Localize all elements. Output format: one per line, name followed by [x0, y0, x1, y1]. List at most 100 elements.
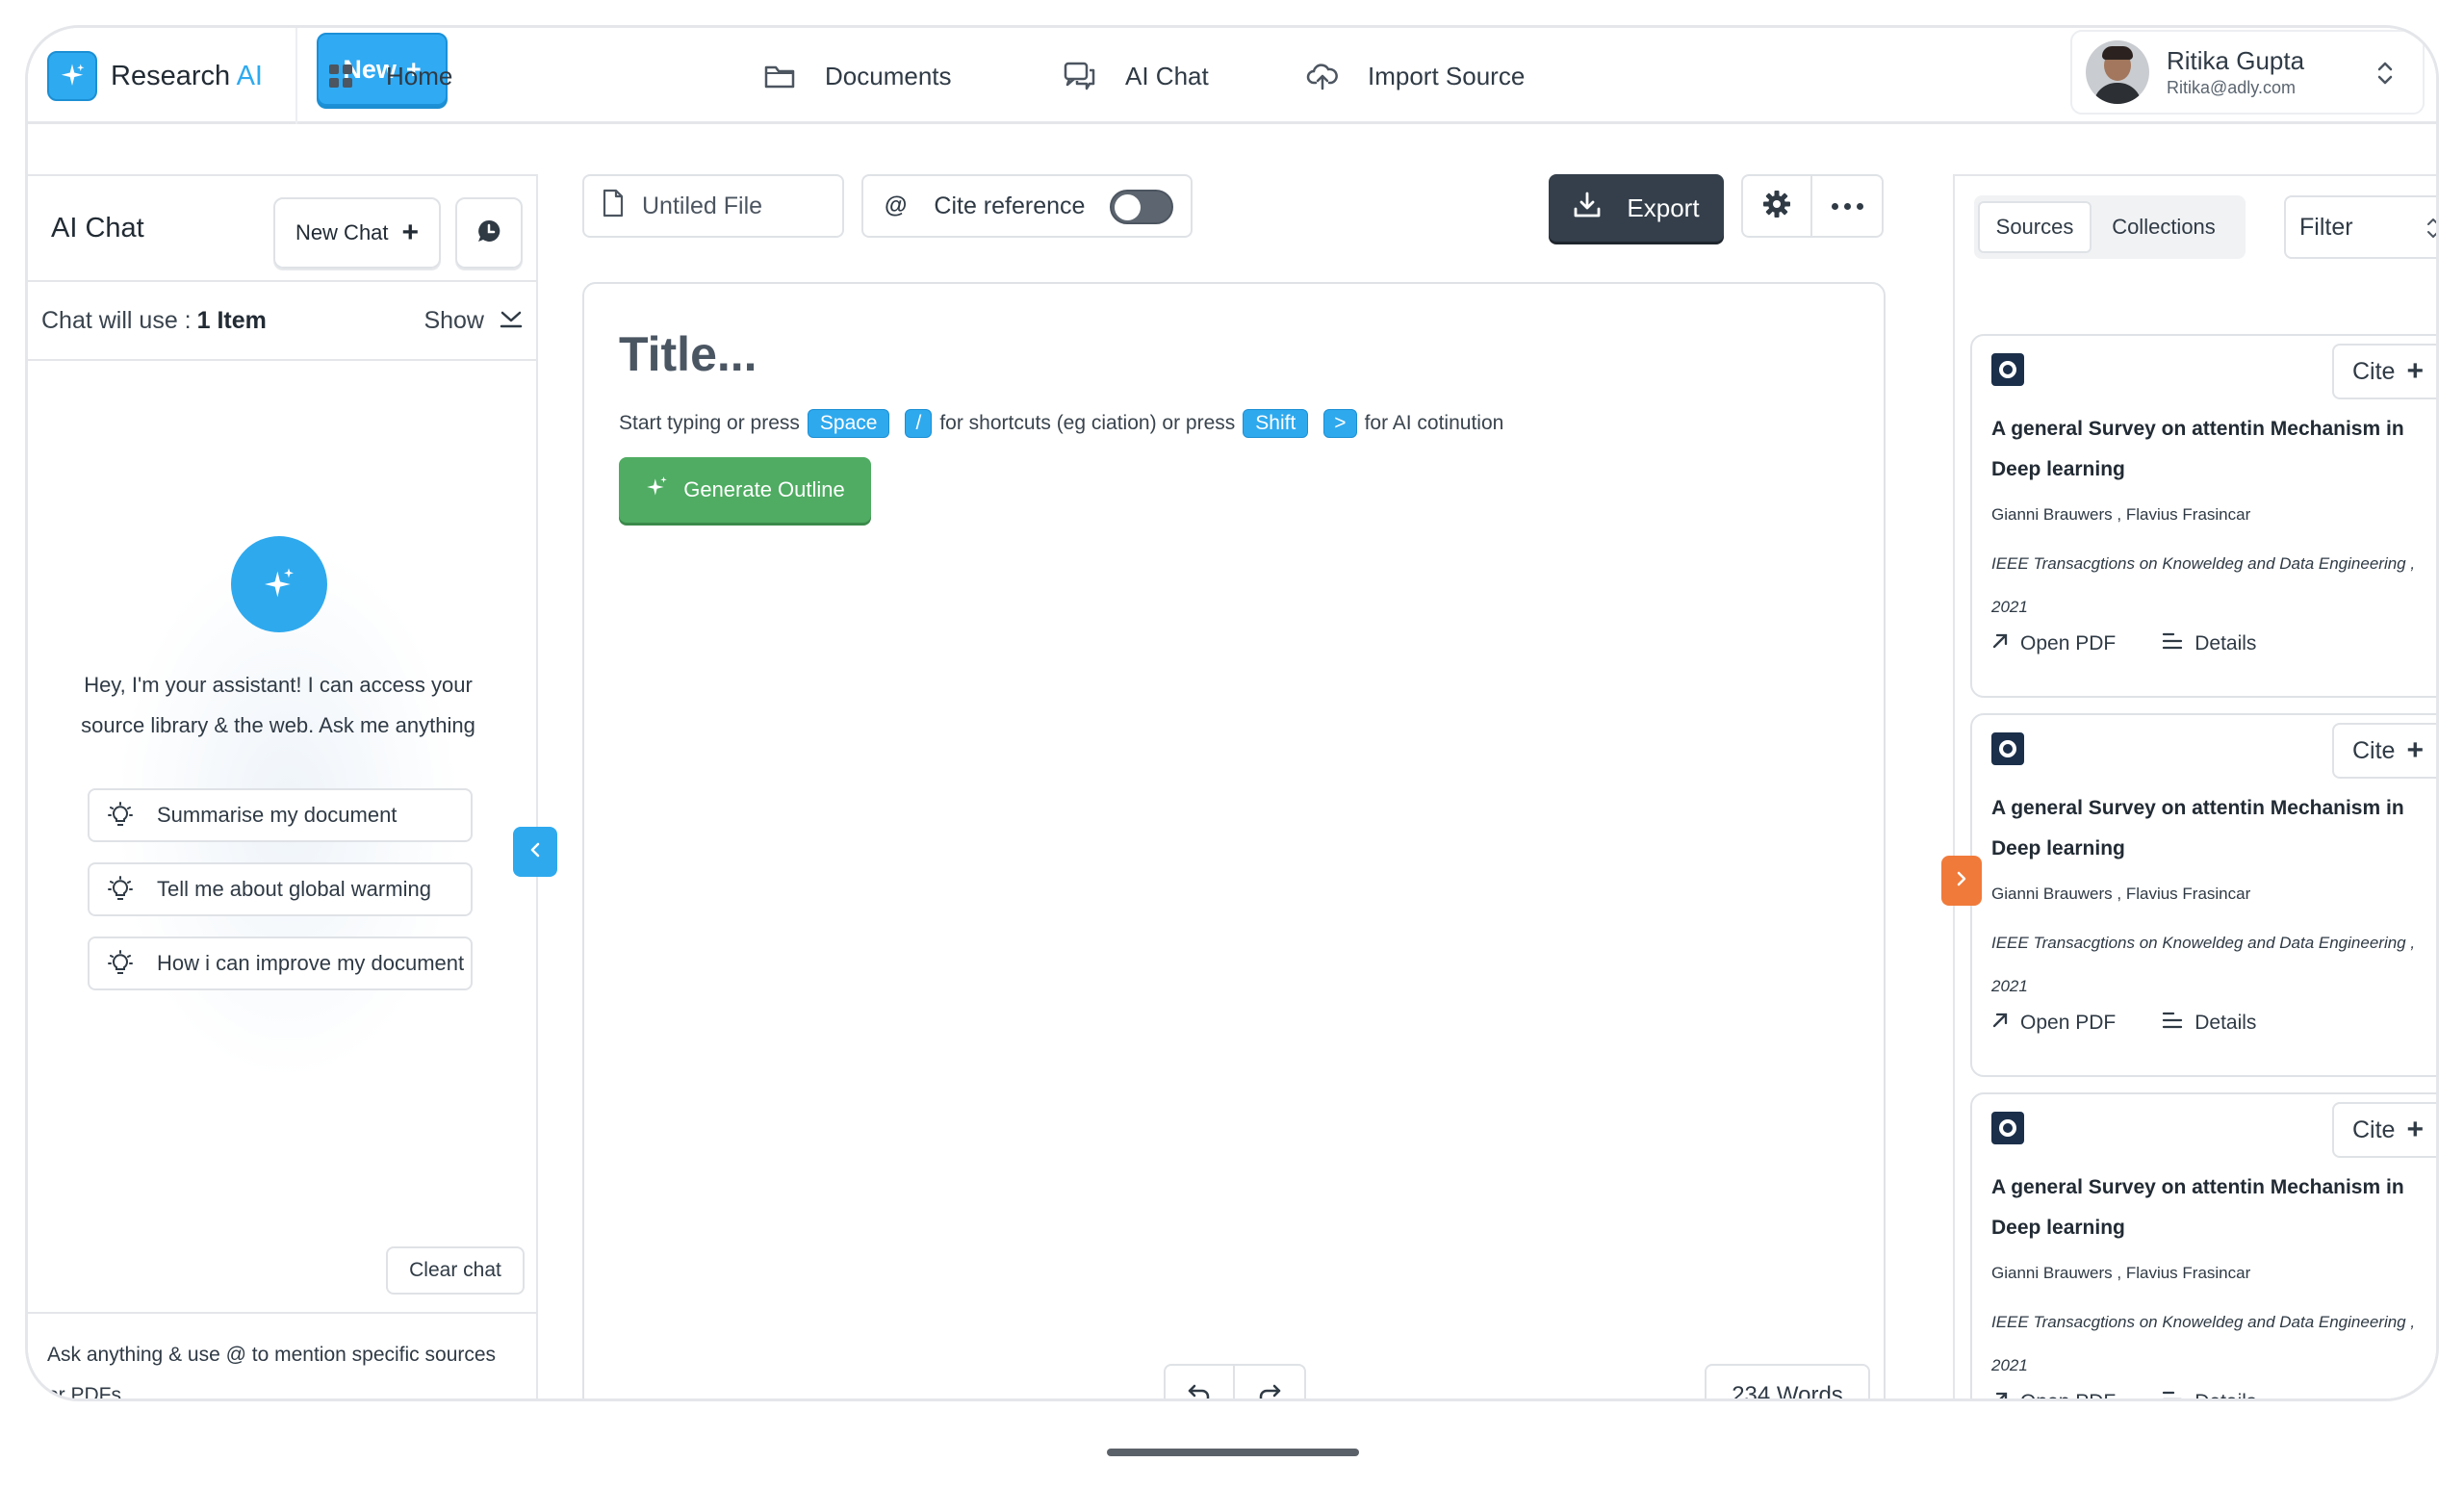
arrow-up-right-icon: [1991, 1391, 2009, 1398]
chevron-up-down-icon: [2376, 61, 2394, 86]
lightbulb-icon: [107, 950, 134, 977]
chat-context: Chat will use : 1 Item Show: [28, 282, 536, 361]
document-editor[interactable]: Title... Start typing or press Space / f…: [582, 282, 1886, 1398]
download-icon: [1573, 191, 1602, 226]
source-title: A general Survey on attentin Mechanism i…: [1991, 797, 2404, 859]
nav-documents[interactable]: Documents: [763, 28, 952, 124]
publisher-logo-icon: [1991, 1112, 2024, 1144]
source-tabs: Sources Collections: [1974, 195, 2246, 259]
speech-bubble-icon: [476, 218, 501, 248]
cloud-upload-icon: [1306, 60, 1339, 92]
chat-input[interactable]: Ask anything & use @ to mention specific…: [28, 1312, 536, 1398]
source-venue: IEEE Transacgtions on Knoweldeg and Data…: [1991, 1313, 2416, 1374]
source-authors: Gianni Brauwers , Flavius Frasincar: [1991, 885, 2251, 903]
redo-icon: [1257, 1383, 1282, 1398]
tab-sources[interactable]: Sources: [1978, 201, 2092, 253]
list-icon: [2162, 632, 2183, 655]
redo-button[interactable]: [1235, 1366, 1304, 1398]
details-link[interactable]: Details: [2162, 1391, 2256, 1398]
suggestion-chip[interactable]: Tell me about global warming: [88, 862, 473, 916]
settings-button[interactable]: [1743, 176, 1812, 236]
cite-reference-control: @ Cite reference: [861, 174, 1193, 238]
publisher-logo-icon: [1991, 732, 2024, 765]
key-space: Space: [807, 409, 890, 438]
open-pdf-link[interactable]: Open PDF: [1991, 1391, 2116, 1398]
top-navigation: Research AI New + Home Documents AI Chat: [28, 28, 2436, 124]
source-card: Cite + A general Survey on attentin Mech…: [1970, 334, 2436, 698]
history-controls: [1164, 1364, 1306, 1398]
chat-header: AI Chat New Chat +: [28, 176, 536, 282]
clear-chat-button[interactable]: Clear chat: [386, 1246, 525, 1295]
publisher-logo-icon: [1991, 353, 2024, 386]
more-options-button[interactable]: [1812, 176, 1882, 236]
show-context-toggle[interactable]: Show: [424, 307, 523, 335]
nav-ai-chat[interactable]: AI Chat: [1064, 28, 1209, 124]
source-authors: Gianni Brauwers , Flavius Frasincar: [1991, 1264, 2251, 1282]
source-card: Cite + A general Survey on attentin Mech…: [1970, 1092, 2436, 1398]
tab-collections[interactable]: Collections: [2092, 201, 2236, 253]
chevron-down-icon: [500, 307, 523, 335]
grid-icon: [324, 60, 357, 92]
plus-icon: +: [2406, 734, 2424, 766]
export-button[interactable]: Export: [1549, 174, 1724, 242]
filter-select[interactable]: Filter: [2284, 195, 2436, 259]
suggestion-chip[interactable]: How i can improve my document: [88, 936, 473, 990]
user-name: Ritika Gupta: [2167, 46, 2305, 75]
undo-button[interactable]: [1166, 1366, 1235, 1398]
nav-home[interactable]: Home: [324, 28, 452, 124]
avatar: [2086, 40, 2149, 104]
brand-name: Research AI: [111, 60, 263, 91]
file-icon: [602, 189, 625, 224]
plus-icon: +: [2406, 1114, 2424, 1145]
assistant-sparkle-icon: [231, 536, 327, 632]
word-count: 234 Words: [1705, 1364, 1870, 1398]
app-window: Research AI New + Home Documents AI Chat: [25, 25, 2439, 1401]
open-pdf-link[interactable]: Open PDF: [1991, 632, 2116, 655]
cite-button[interactable]: Cite +: [2332, 1102, 2436, 1158]
generate-outline-button[interactable]: Generate Outline: [619, 457, 871, 523]
collapse-chat-panel-button[interactable]: [513, 827, 557, 877]
assistant-greeting: Hey, I'm your assistant! I can access yo…: [81, 673, 475, 737]
source-title: A general Survey on attentin Mechanism i…: [1991, 418, 2404, 480]
open-pdf-link[interactable]: Open PDF: [1991, 1012, 2116, 1035]
plus-icon: +: [401, 217, 420, 248]
home-indicator: [1107, 1449, 1359, 1456]
source-authors: Gianni Brauwers , Flavius Frasincar: [1991, 505, 2251, 524]
new-chat-button[interactable]: New Chat +: [273, 197, 441, 269]
source-venue: IEEE Transacgtions on Knoweldeg and Data…: [1991, 934, 2416, 995]
editor-options-group: [1741, 174, 1884, 238]
details-link[interactable]: Details: [2162, 1012, 2256, 1035]
source-card: Cite + A general Survey on attentin Mech…: [1970, 713, 2436, 1077]
plus-icon: +: [2406, 355, 2424, 387]
document-title[interactable]: Title...: [619, 326, 757, 382]
undo-icon: [1187, 1383, 1212, 1398]
lightbulb-icon: [107, 802, 134, 829]
more-horizontal-icon: [1831, 202, 1863, 210]
details-link[interactable]: Details: [2162, 632, 2256, 655]
sparkle-icon: [645, 475, 670, 505]
folder-icon: [763, 60, 796, 92]
chevron-right-icon: [1955, 868, 1968, 893]
collapse-sources-panel-button[interactable]: [1941, 856, 1982, 906]
chat-title: AI Chat: [51, 212, 144, 244]
file-name-field[interactable]: Untiled File: [582, 174, 844, 238]
chat-icon: [1064, 60, 1096, 92]
chat-history-button[interactable]: [455, 197, 523, 269]
suggestion-chip[interactable]: Summarise my document: [88, 788, 473, 842]
source-title: A general Survey on attentin Mechanism i…: [1991, 1176, 2404, 1239]
nav-import-source[interactable]: Import Source: [1306, 28, 1525, 124]
gear-icon: [1762, 190, 1791, 223]
editor-hint: Start typing or press Space / for shortc…: [619, 409, 1503, 438]
brand[interactable]: Research AI: [28, 28, 297, 124]
key-slash: /: [905, 409, 933, 438]
at-sign-icon: @: [885, 192, 908, 218]
sources-panel: Sources Collections Filter Cite + A gene…: [1953, 174, 2436, 1398]
lightbulb-icon: [107, 876, 134, 903]
cite-button[interactable]: Cite +: [2332, 723, 2436, 779]
cite-reference-toggle[interactable]: [1110, 190, 1173, 224]
user-menu[interactable]: Ritika Gupta Ritika@adly.com: [2070, 30, 2425, 115]
cite-button[interactable]: Cite +: [2332, 344, 2436, 399]
key-shift: Shift: [1243, 409, 1309, 438]
ai-chat-panel: AI Chat New Chat + Chat will use : 1 Ite…: [28, 174, 538, 1398]
sparkle-logo-icon: [47, 51, 97, 101]
